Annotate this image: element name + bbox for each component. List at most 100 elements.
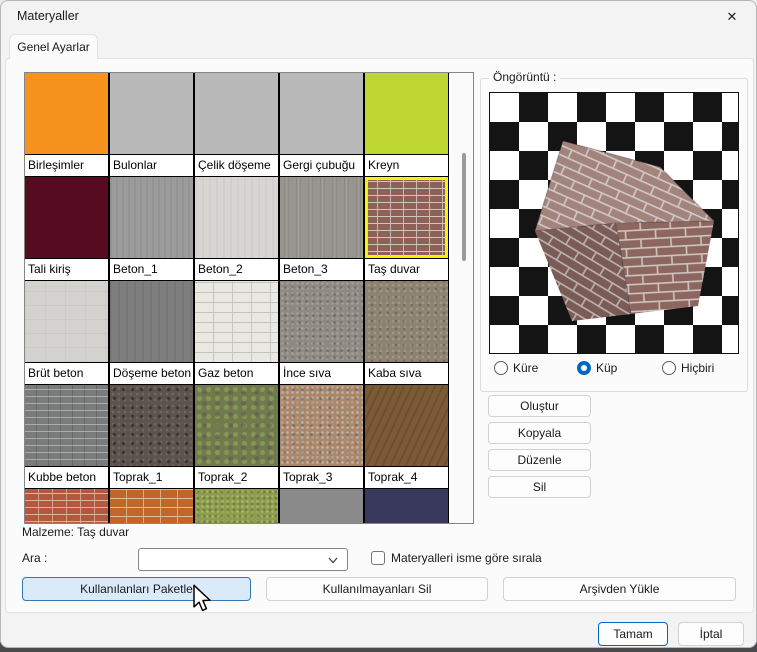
- ok-button[interactable]: Tamam: [598, 622, 668, 646]
- material-name: Çelik döşeme: [195, 155, 278, 176]
- action-button-1[interactable]: Kullanılanları Paketle: [22, 577, 251, 601]
- search-combobox[interactable]: [138, 548, 348, 571]
- material-thumbnail: [365, 73, 448, 155]
- material-name: Taş duvar: [365, 259, 448, 280]
- material-thumbnail: [25, 177, 108, 259]
- material-thumbnail: [280, 385, 363, 467]
- material-tile[interactable]: Gergi çubuğu: [279, 73, 364, 177]
- close-icon[interactable]: ✕: [722, 7, 742, 27]
- radio-küp[interactable]: Küp: [577, 361, 617, 375]
- material-thumbnail: [280, 177, 363, 259]
- material-thumbnail: [25, 73, 108, 155]
- material-tile[interactable]: Toprak_4: [364, 384, 449, 489]
- material-name: Toprak_4: [365, 467, 448, 488]
- material-thumbnail: [365, 177, 448, 259]
- material-thumbnail: [25, 489, 108, 523]
- material-tile[interactable]: Döşeme beton: [109, 280, 194, 385]
- material-name: Kreyn: [365, 155, 448, 176]
- material-name: Döşeme beton: [110, 363, 193, 384]
- material-name: Kaba sıva: [365, 363, 448, 384]
- tab-page: Birleşimler Bulonlar Çelik döşeme Gergi çub…: [5, 58, 754, 613]
- material-tile[interactable]: Tali kiriş: [25, 176, 109, 281]
- radio-hiçbiri[interactable]: Hiçbiri: [662, 361, 714, 375]
- material-name: Beton_1: [110, 259, 193, 280]
- material-thumbnail: [365, 489, 448, 523]
- material-thumbnail: [280, 73, 363, 155]
- window-title: Materyaller: [17, 9, 79, 23]
- material-thumbnail: [25, 385, 108, 467]
- material-tile[interactable]: İnce sıva: [279, 280, 364, 385]
- material-thumbnail: [365, 281, 448, 363]
- material-name: Toprak_2: [195, 467, 278, 488]
- material-tile[interactable]: Beton_3: [279, 176, 364, 281]
- radio-circle-icon: [577, 361, 591, 375]
- material-thumbnail: [110, 489, 193, 523]
- radio-label: Hiçbiri: [681, 361, 715, 375]
- material-thumbnail: [25, 281, 108, 363]
- chevron-down-icon: [328, 557, 338, 564]
- material-thumbnail: [110, 73, 193, 155]
- scrollbar-thumb[interactable]: [462, 153, 466, 261]
- material-tile[interactable]: [279, 488, 364, 523]
- preview-viewport[interactable]: [489, 92, 739, 354]
- materials-dialog: Materyaller ✕ Genel Ayarlar Birleşimler B…: [0, 0, 757, 648]
- material-tile[interactable]: Brüt beton: [25, 280, 109, 385]
- material-tile[interactable]: Kubbe beton: [25, 384, 109, 489]
- material-tile[interactable]: [364, 488, 449, 523]
- radio-label: Küp: [596, 361, 618, 375]
- side-button-oluştur[interactable]: Oluştur: [488, 395, 591, 417]
- action-button-2[interactable]: Kullanılmayanları Sil: [266, 577, 488, 601]
- material-tile[interactable]: Birleşimler: [25, 73, 109, 177]
- material-tile[interactable]: Toprak_1: [109, 384, 194, 489]
- material-tile[interactable]: Beton_2: [194, 176, 279, 281]
- material-tile[interactable]: Bulonlar: [109, 73, 194, 177]
- action-button-3[interactable]: Arşivden Yükle: [503, 577, 736, 601]
- material-tile[interactable]: Toprak_2: [194, 384, 279, 489]
- titlebar[interactable]: Materyaller ✕: [1, 1, 756, 33]
- material-thumbnail: [195, 385, 278, 467]
- sort-by-name-checkbox[interactable]: [371, 551, 385, 565]
- material-tile[interactable]: Çelik döşeme: [194, 73, 279, 177]
- selected-material-label: Malzeme: Taş duvar: [22, 525, 130, 539]
- material-name: Toprak_3: [280, 467, 363, 488]
- material-thumbnail: [110, 281, 193, 363]
- material-thumbnail: [195, 489, 278, 523]
- material-name: Brüt beton: [25, 363, 108, 384]
- material-name: Gergi çubuğu: [280, 155, 363, 176]
- radio-küre[interactable]: Küre: [494, 361, 538, 375]
- material-thumbnail: [195, 281, 278, 363]
- material-thumbnail: [365, 385, 448, 467]
- material-thumbnail: [195, 177, 278, 259]
- tab-genel-ayarlar[interactable]: Genel Ayarlar: [9, 34, 98, 59]
- material-list[interactable]: Birleşimler Bulonlar Çelik döşeme Gergi çub…: [24, 72, 474, 524]
- material-name: Tali kiriş: [25, 259, 108, 280]
- material-grid: Birleşimler Bulonlar Çelik döşeme Gergi çub…: [25, 73, 451, 523]
- material-thumbnail: [110, 177, 193, 259]
- material-tile[interactable]: [109, 488, 194, 523]
- radio-circle-icon: [494, 361, 508, 375]
- material-name: Beton_2: [195, 259, 278, 280]
- preview-groupbox: Öngörüntü : Küre Küp Hiçbiri: [480, 70, 748, 392]
- sort-by-name-label: Materyalleri isme göre sırala: [391, 551, 542, 565]
- mouse-cursor: [193, 584, 211, 612]
- material-thumbnail: [195, 73, 278, 155]
- material-tile[interactable]: Taş duvar: [364, 176, 449, 281]
- side-button-sil[interactable]: Sil: [488, 476, 591, 498]
- material-name: Toprak_1: [110, 467, 193, 488]
- preview-cube-render: [534, 140, 715, 321]
- scrollbar-track[interactable]: [451, 73, 473, 523]
- material-tile[interactable]: Beton_1: [109, 176, 194, 281]
- material-tile[interactable]: Kaba sıva: [364, 280, 449, 385]
- side-button-düzenle[interactable]: Düzenle: [488, 449, 591, 471]
- material-thumbnail: [110, 385, 193, 467]
- cancel-button[interactable]: İptal: [678, 622, 744, 646]
- preview-mode-radios: Küre Küp Hiçbiri: [489, 361, 741, 387]
- material-tile[interactable]: [25, 488, 109, 523]
- material-name: Kubbe beton: [25, 467, 108, 488]
- material-tile[interactable]: Toprak_3: [279, 384, 364, 489]
- material-tile[interactable]: Kreyn: [364, 73, 449, 177]
- material-tile[interactable]: [194, 488, 279, 523]
- material-tile[interactable]: Gaz beton: [194, 280, 279, 385]
- screen: Materyaller ✕ Genel Ayarlar Birleşimler B…: [0, 0, 757, 652]
- side-button-kopyala[interactable]: Kopyala: [488, 422, 591, 444]
